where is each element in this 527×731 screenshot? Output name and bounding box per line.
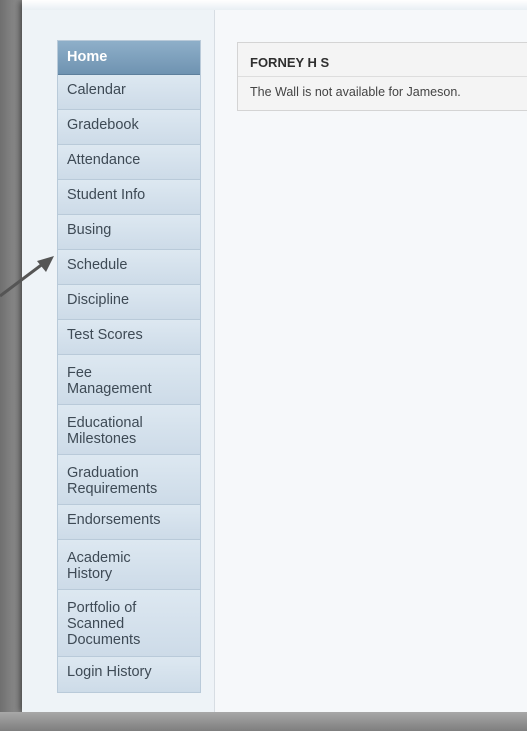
sidebar-item-educational-milestones[interactable]: Educational Milestones <box>58 405 200 455</box>
sidebar-item-portfolio[interactable]: Portfolio of Scanned Documents <box>58 590 200 657</box>
sidebar-item-login-history[interactable]: Login History <box>58 657 200 692</box>
sidebar-item-label: Login History <box>67 664 152 680</box>
sidebar-item-gradebook[interactable]: Gradebook <box>58 110 200 145</box>
sidebar-item-attendance[interactable]: Attendance <box>58 145 200 180</box>
sidebar-item-label: Attendance <box>67 152 141 168</box>
sidebar-item-endorsements[interactable]: Endorsements <box>58 505 200 540</box>
sidebar-item-label: Educational Milestones <box>67 415 143 447</box>
sidebar-item-discipline[interactable]: Discipline <box>58 285 200 320</box>
sidebar-item-label: Student Info <box>67 187 146 203</box>
sidebar-item-label: Calendar <box>67 82 126 98</box>
sidebar-panel: Home Calendar Gradebook Attendance Stude… <box>22 10 215 712</box>
card-divider <box>238 76 527 77</box>
school-name: FORNEY H S <box>250 55 330 70</box>
sidebar-item-label: Fee Management <box>67 365 152 397</box>
sidebar-item-label: Endorsements <box>67 512 161 528</box>
arrow-icon <box>0 255 60 305</box>
sidebar-nav: Home Calendar Gradebook Attendance Stude… <box>57 40 201 693</box>
sidebar-item-label: Academic History <box>67 550 131 582</box>
wall-message: The Wall is not available for Jameson. <box>250 85 461 99</box>
sidebar-item-label: Graduation Requirements <box>67 465 158 497</box>
app-window: Home Calendar Gradebook Attendance Stude… <box>22 0 527 712</box>
sidebar-item-fee-management[interactable]: Fee Management <box>58 355 200 405</box>
sidebar-item-label: Home <box>67 49 108 65</box>
wall-card: FORNEY H S The Wall is not available for… <box>237 42 527 111</box>
sidebar-item-academic-history[interactable]: Academic History <box>58 540 200 590</box>
sidebar-item-label: Busing <box>67 222 112 238</box>
sidebar-item-schedule[interactable]: Schedule <box>58 250 200 285</box>
sidebar-item-label: Gradebook <box>67 117 139 133</box>
sidebar-item-label: Discipline <box>67 292 130 308</box>
sidebar-item-calendar[interactable]: Calendar <box>58 75 200 110</box>
sidebar-item-home[interactable]: Home <box>58 41 200 75</box>
sidebar-item-student-info[interactable]: Student Info <box>58 180 200 215</box>
sidebar-item-graduation-requirements[interactable]: Graduation Requirements <box>58 455 200 505</box>
sidebar-item-busing[interactable]: Busing <box>58 215 200 250</box>
main-panel: FORNEY H S The Wall is not available for… <box>215 10 527 712</box>
sidebar-item-test-scores[interactable]: Test Scores <box>58 320 200 355</box>
sidebar-item-label: Test Scores <box>67 327 143 343</box>
screen-shadow-bottom <box>0 712 527 731</box>
sidebar-item-label: Portfolio of Scanned Documents <box>67 600 141 648</box>
sidebar-item-label: Schedule <box>67 257 128 273</box>
